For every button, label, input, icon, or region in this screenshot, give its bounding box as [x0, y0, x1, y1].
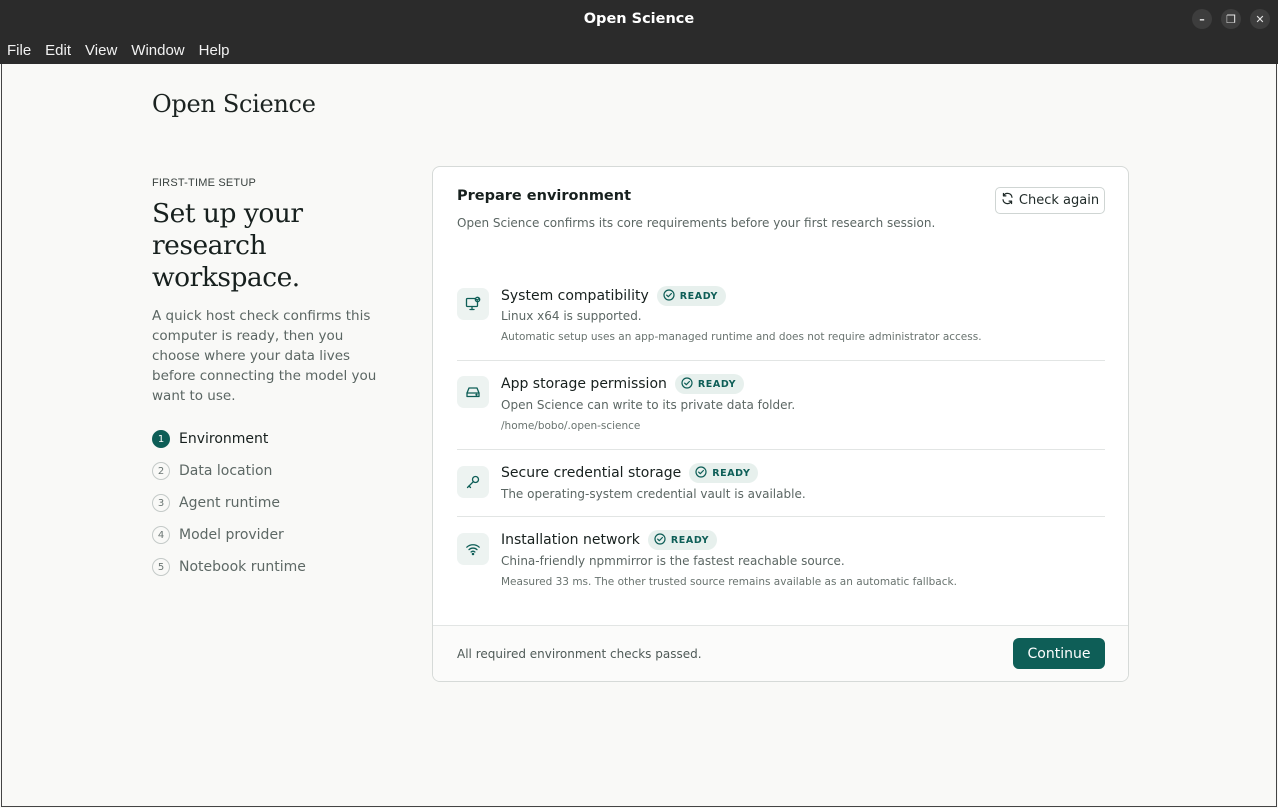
requirement-title: System compatibility	[501, 288, 649, 304]
requirement-installation-network: Installation network READY China-friendl…	[457, 517, 1105, 607]
requirement-description: Open Science can write to its private da…	[501, 398, 796, 412]
check-circle-icon	[681, 376, 693, 392]
requirement-header: Secure credential storage READY	[501, 463, 759, 483]
menu-bar: File Edit View Window Help	[0, 37, 1278, 64]
step-label: Notebook runtime	[179, 559, 306, 575]
check-again-button[interactable]: Check again	[995, 187, 1105, 214]
requirement-title: Installation network	[501, 532, 640, 548]
restore-button[interactable]: ❐	[1221, 9, 1241, 29]
close-button[interactable]: ✕	[1250, 9, 1270, 29]
continue-button[interactable]: Continue	[1013, 638, 1105, 669]
requirement-title: Secure credential storage	[501, 465, 682, 481]
badge-label: READY	[697, 378, 737, 390]
setup-steps: 1 Environment 2 Data location 3 Agent ru…	[152, 423, 392, 583]
setup-kicker: FIRST-TIME SETUP	[152, 177, 257, 189]
requirement-description: The operating-system credential vault is…	[501, 487, 806, 501]
check-circle-icon	[695, 465, 707, 481]
requirement-detail: Measured 33 ms. The other trusted source…	[501, 576, 957, 588]
setup-description: A quick host check confirms this compute…	[152, 308, 377, 404]
status-badge: READY	[689, 463, 759, 483]
card-footer: All required environment checks passed. …	[433, 625, 1128, 681]
check-circle-icon	[654, 532, 666, 548]
step-agent-runtime[interactable]: 3 Agent runtime	[152, 487, 392, 519]
step-notebook-runtime[interactable]: 5 Notebook runtime	[152, 551, 392, 583]
status-badge: READY	[656, 286, 726, 306]
step-model-provider[interactable]: 4 Model provider	[152, 519, 392, 551]
requirement-system-compatibility: System compatibility READY Linux x64 is …	[457, 275, 1105, 361]
step-data-location[interactable]: 2 Data location	[152, 455, 392, 487]
window-titlebar: Open Science – ❐ ✕	[0, 0, 1278, 37]
requirement-description: Linux x64 is supported.	[501, 309, 642, 323]
footer-status: All required environment checks passed.	[457, 647, 702, 661]
requirement-header: Installation network READY	[501, 530, 718, 550]
setup-intro: FIRST-TIME SETUP Set up your research wo…	[152, 177, 392, 583]
requirement-credential-storage: Secure credential storage READY The oper…	[457, 450, 1105, 517]
step-number: 2	[152, 462, 170, 480]
step-label: Agent runtime	[179, 495, 281, 511]
status-badge: READY	[674, 374, 745, 394]
refresh-icon	[1001, 192, 1014, 209]
menu-window[interactable]: Window	[124, 42, 191, 59]
monitor-check-icon	[457, 288, 489, 320]
wifi-icon	[457, 533, 489, 565]
menu-file[interactable]: File	[0, 42, 38, 59]
window-controls: – ❐ ✕	[1192, 9, 1270, 29]
step-environment[interactable]: 1 Environment	[152, 423, 392, 455]
badge-label: READY	[670, 534, 710, 546]
badge-label: READY	[712, 467, 751, 479]
hard-drive-icon	[457, 376, 489, 408]
window-title: Open Science	[583, 10, 695, 27]
requirement-detail: Automatic setup uses an app-managed runt…	[501, 331, 982, 343]
step-number: 1	[152, 430, 170, 448]
minimize-button[interactable]: –	[1192, 9, 1212, 29]
requirement-detail: /home/bobo/.open-science	[501, 420, 641, 432]
menu-view[interactable]: View	[78, 42, 124, 59]
requirement-app-storage: App storage permission READY Open Scienc…	[457, 361, 1105, 450]
app-content: Open Science FIRST-TIME SETUP Set up you…	[1, 64, 1277, 807]
step-label: Model provider	[179, 527, 284, 543]
requirement-header: App storage permission READY	[501, 374, 745, 394]
card-subtitle: Open Science confirms its core requireme…	[457, 216, 936, 230]
brand-title: Open Science	[152, 90, 316, 118]
card-title: Prepare environment	[457, 188, 632, 204]
step-label: Environment	[179, 431, 269, 447]
menu-edit[interactable]: Edit	[38, 42, 78, 59]
key-icon	[457, 466, 489, 498]
requirement-header: System compatibility READY	[501, 286, 726, 306]
setup-headline: Set up your research workspace.	[152, 198, 303, 293]
requirement-description: China-friendly npmmirror is the fastest …	[501, 554, 845, 568]
check-again-label: Check again	[1018, 193, 1100, 208]
badge-label: READY	[679, 290, 718, 302]
prepare-environment-card: Prepare environment Open Science confirm…	[432, 166, 1129, 682]
step-number: 4	[152, 526, 170, 544]
step-label: Data location	[179, 463, 273, 479]
status-badge: READY	[647, 530, 718, 550]
step-number: 3	[152, 494, 170, 512]
check-circle-icon	[663, 288, 675, 304]
requirement-title: App storage permission	[501, 376, 667, 392]
menu-help[interactable]: Help	[192, 42, 237, 59]
step-number: 5	[152, 558, 170, 576]
